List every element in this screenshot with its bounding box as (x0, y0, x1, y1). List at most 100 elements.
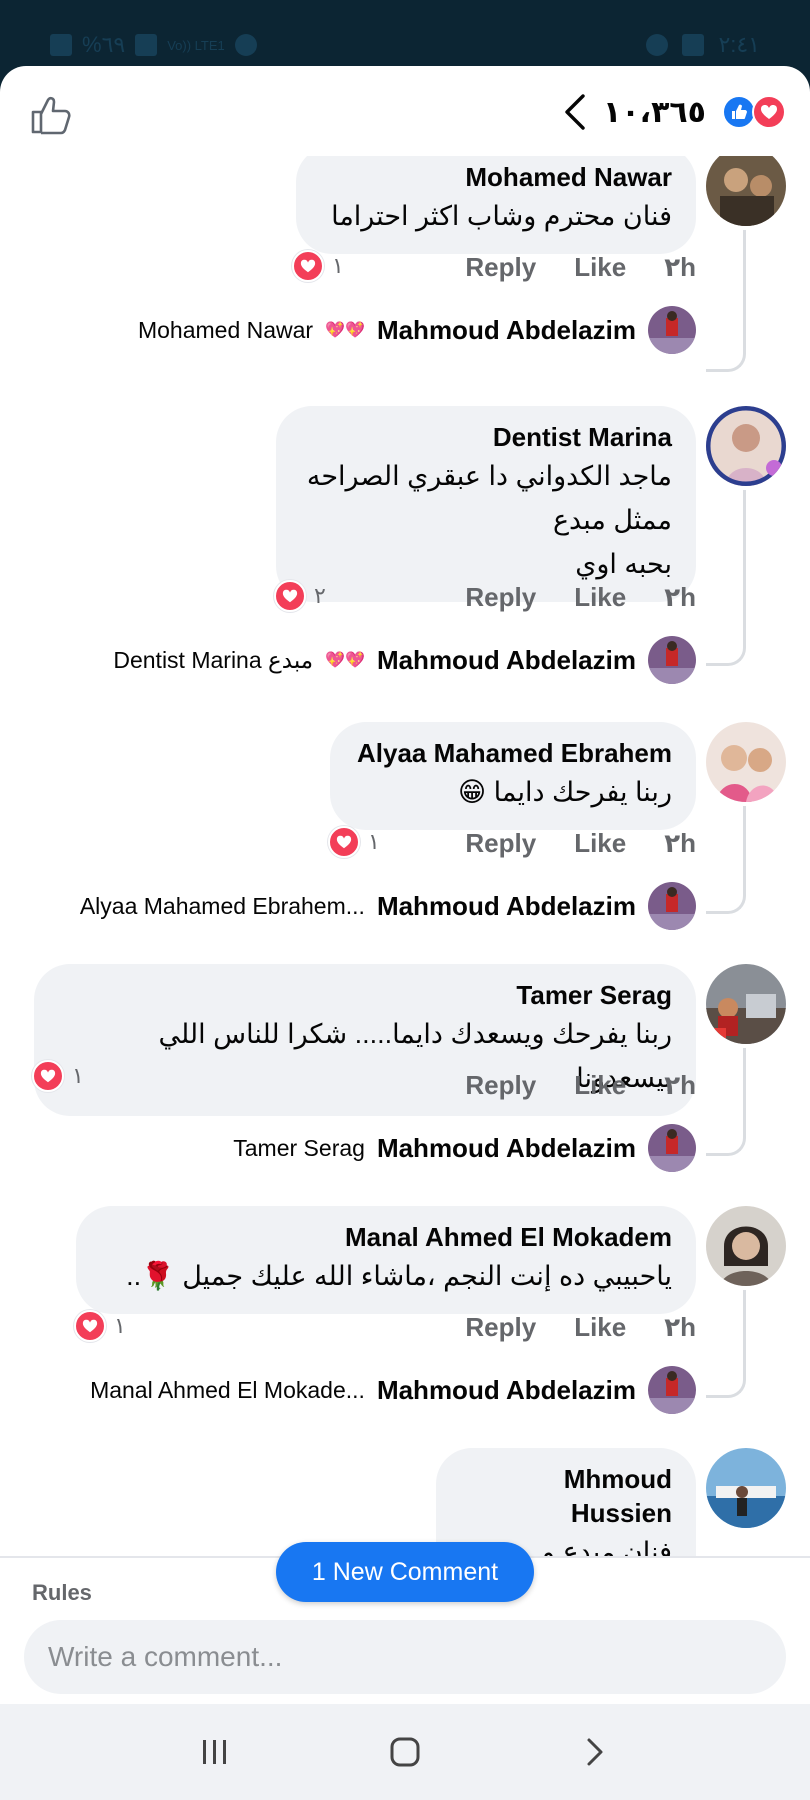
comment-text: ممثل مبدع (552, 505, 672, 535)
reaction-count: ١ (332, 253, 344, 278)
chevron-left-icon[interactable] (559, 92, 593, 132)
comment-bubble[interactable]: Dentist Marina ماجد الكدواني دا عبقري ال… (276, 406, 696, 602)
comment-bubble[interactable]: Manal Ahmed El Mokadem ياحبيبي ده إنت ال… (76, 1206, 696, 1314)
recent-apps-icon[interactable] (185, 1722, 245, 1782)
comment-bubble[interactable]: Alyaa Mahamed Ebrahem ربنا يفرحك دايما 😁 (330, 722, 696, 830)
comment-author[interactable]: Mohamed Nawar (320, 160, 672, 194)
reply-preview[interactable]: Manal Ahmed El Mokade... Mahmoud Abdelaz… (90, 1366, 696, 1414)
comment-text: بحبه اوي (575, 549, 672, 579)
reaction-badge[interactable]: ١ (292, 250, 344, 282)
love-icon (328, 826, 360, 858)
comments-sheet: ١٠،٣٦٥ Mohamed Nawar فنان محترم وشاب اكث… (0, 66, 810, 1800)
reaction-badge[interactable]: ١ (328, 826, 380, 858)
comment-author[interactable]: Alyaa Mahamed Ebrahem (354, 736, 672, 770)
battery-icon (50, 34, 72, 56)
like-outline-icon[interactable] (30, 94, 72, 136)
status-bar: %٦٩ Vo)) LTE1 ٢:٤١ (0, 0, 810, 66)
like-button[interactable]: Like (574, 828, 626, 859)
sparkling-hearts-emoji: 💖💖 (325, 652, 365, 669)
reply-button[interactable]: Reply (465, 252, 536, 283)
reaction-count: ١٠،٣٦٥ (603, 95, 706, 129)
facebook-icon (646, 34, 669, 56)
comment-author[interactable]: Tamer Serag (58, 978, 672, 1012)
comment-text: فنان محترم وشاب اكثر احتراما (331, 201, 672, 231)
new-comment-button[interactable]: 1 New Comment (276, 1542, 534, 1602)
reply-avatar (648, 1124, 696, 1172)
reaction-badge[interactable]: ١ (74, 1310, 126, 1342)
reply-preview[interactable]: Alyaa Mahamed Ebrahem... Mahmoud Abdelaz… (80, 882, 696, 930)
like-button[interactable]: Like (574, 582, 626, 613)
comment-time: ٢h (664, 1312, 696, 1342)
comment-bubble[interactable]: Mohamed Nawar فنان محترم وشاب اكثر احترا… (296, 156, 696, 254)
reply-text: Tamer Serag (233, 1134, 365, 1161)
reply-preview[interactable]: Mohamed Nawar 💖💖 Mahmoud Abdelazim (138, 306, 696, 354)
comment-actions: Reply Like ٢h (465, 1070, 696, 1101)
like-button[interactable]: Like (574, 252, 626, 283)
reply-author: Mahmoud Abdelazim (376, 644, 636, 675)
reply-text: Mohamed Nawar (137, 316, 314, 343)
comment-author[interactable]: Manal Ahmed El Mokadem (100, 1220, 672, 1254)
reply-author: Mahmoud Abdelazim (376, 1132, 636, 1163)
battery-percent: %٦٩ (82, 32, 126, 57)
comment-text: ماجد الكدواني دا عبقري الصراحه (306, 461, 672, 491)
comment-author[interactable]: Mhmoud Hussien (460, 1462, 672, 1530)
home-icon[interactable] (375, 1722, 435, 1782)
comment-actions: Reply Like ٢h (465, 252, 696, 283)
sparkling-hearts-emoji: 💖💖 (325, 322, 365, 339)
back-icon[interactable] (565, 1722, 625, 1782)
reaction-summary[interactable]: ١٠،٣٦٥ (559, 92, 786, 132)
reply-author: Mahmoud Abdelazim (376, 1374, 636, 1405)
comment-bubble[interactable]: Mhmoud Hussien فنان مبدع و (436, 1448, 696, 1556)
reply-author: Mahmoud Abdelazim (376, 890, 636, 921)
reply-button[interactable]: Reply (465, 1070, 536, 1101)
comment-text: ياحبيبي ده إنت النجم ،ماشاء الله عليك جم… (126, 1261, 672, 1291)
reaction-badge[interactable]: ٢ (274, 580, 326, 612)
reply-text: Manal Ahmed El Mokade... (90, 1376, 365, 1403)
comment-input[interactable] (24, 1620, 786, 1694)
reaction-badge[interactable]: ١ (32, 1060, 84, 1092)
reply-text: Dentist Marina مبدع (113, 646, 314, 673)
comments-list: Mohamed Nawar فنان محترم وشاب اكثر احترا… (0, 156, 810, 1556)
rules-link[interactable]: Rules (32, 1580, 92, 1606)
avatar[interactable] (706, 406, 786, 486)
reply-author: Mahmoud Abdelazim (376, 314, 636, 345)
reaction-count: ١ (368, 829, 380, 854)
comment-text: ربنا يفرحك دايما 😁 (458, 777, 672, 807)
like-button[interactable]: Like (574, 1312, 626, 1343)
carrier-label: Vo)) LTE1 (167, 37, 225, 53)
reaction-count: ٢ (314, 583, 326, 608)
reply-avatar (648, 636, 696, 684)
love-reaction-icon (752, 95, 786, 129)
comment-author[interactable]: Dentist Marina (300, 420, 672, 454)
avatar[interactable] (706, 964, 786, 1044)
reply-avatar (648, 306, 696, 354)
avatar[interactable] (706, 156, 786, 226)
love-icon (292, 250, 324, 282)
reaction-count: ١ (114, 1313, 126, 1338)
reply-text: Alyaa Mahamed Ebrahem... (79, 892, 365, 919)
comment-time: ٢h (664, 252, 696, 282)
signal-icon (135, 34, 158, 56)
love-icon (274, 580, 306, 612)
avatar[interactable] (706, 1448, 786, 1528)
gallery-icon (682, 34, 705, 56)
comment-actions: Reply Like ٢h (465, 828, 696, 859)
avatar[interactable] (706, 1206, 786, 1286)
system-nav-bar (0, 1704, 810, 1800)
reply-avatar (648, 1366, 696, 1414)
reply-button[interactable]: Reply (465, 1312, 536, 1343)
reaction-count: ١ (72, 1063, 84, 1088)
reply-preview[interactable]: Tamer Serag Mahmoud Abdelazim (233, 1124, 696, 1172)
comment-actions: Reply Like ٢h (465, 582, 696, 613)
reply-preview[interactable]: Dentist Marina مبدع 💖💖 Mahmoud Abdelazim (113, 636, 696, 684)
reply-button[interactable]: Reply (465, 582, 536, 613)
love-icon (74, 1310, 106, 1342)
like-button[interactable]: Like (574, 1070, 626, 1101)
reply-button[interactable]: Reply (465, 828, 536, 859)
comment-actions: Reply Like ٢h (465, 1312, 696, 1343)
comment-time: ٢h (664, 828, 696, 858)
wifi-icon (234, 34, 257, 56)
avatar[interactable] (706, 722, 786, 802)
sheet-header: ١٠،٣٦٥ (0, 66, 810, 156)
comment-time: ٢h (664, 582, 696, 612)
